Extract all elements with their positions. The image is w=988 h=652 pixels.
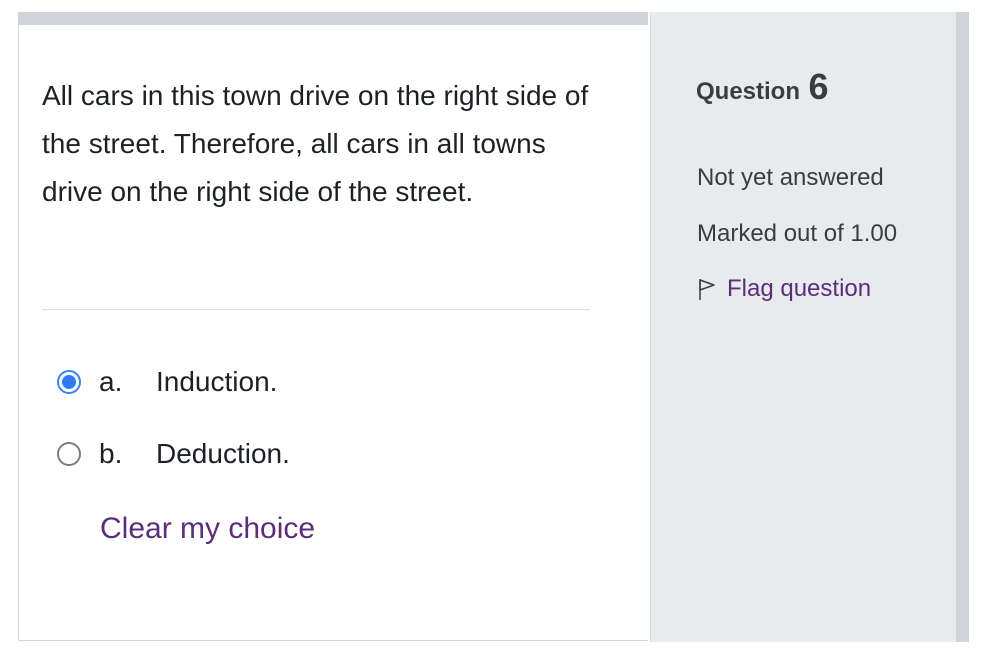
radio-a[interactable]: [57, 370, 81, 394]
question-number: 6: [808, 66, 829, 107]
divider: [42, 309, 590, 310]
question-state: Not yet answered: [697, 164, 884, 191]
answer-number-a: a.: [99, 366, 123, 397]
answer-label-a: Induction.: [156, 366, 278, 397]
clear-choice-link[interactable]: Clear my choice: [100, 512, 315, 546]
question-label: Question: [696, 78, 801, 105]
question-text: All cars in this town drive on the right…: [42, 80, 589, 207]
answer-number-b: b.: [99, 438, 123, 469]
answer-option-a[interactable]: a. Induction.: [57, 364, 277, 400]
panel-edge: [956, 12, 969, 642]
answer-label-b: Deduction.: [156, 438, 290, 469]
flag-question-button[interactable]: Flag question: [697, 275, 871, 303]
answer-option-b[interactable]: b. Deduction.: [57, 436, 290, 472]
question-grade: Marked out of 1.00: [697, 220, 898, 247]
flag-question-label: Flag question: [727, 275, 872, 302]
question-number-heading: Question 6: [696, 66, 829, 108]
flag-outline-icon: [699, 279, 715, 300]
radio-b[interactable]: [57, 442, 81, 466]
